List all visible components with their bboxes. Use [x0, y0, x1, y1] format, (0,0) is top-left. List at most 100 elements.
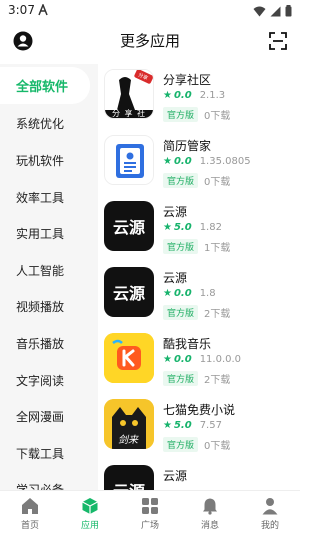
- app-version: 1.35.0805: [199, 156, 251, 167]
- category-utility[interactable]: 实用工具: [0, 215, 98, 252]
- scan-icon[interactable]: [268, 31, 288, 51]
- app-rating: 0.0: [173, 90, 192, 101]
- app-name: 云源: [163, 205, 188, 219]
- category-tweak[interactable]: 玩机软件: [0, 142, 98, 179]
- app-item-share-community[interactable]: 分 享 社 分享 分享社区 ★ 0.0 2.1.3 官方版 0下载: [104, 69, 300, 129]
- bottom-tab-bar: 首页 应用 广场 消息 我的: [0, 490, 300, 534]
- app-icon-share-community: 分 享 社 分享: [104, 69, 154, 119]
- app-meta-secondary: 官方版 2下载: [163, 305, 230, 320]
- tab-apps[interactable]: 应用: [60, 491, 120, 534]
- category-label: 文字阅读: [16, 373, 65, 388]
- app-item-qimao-novel[interactable]: 剑来 七猫免费小说 ★ 5.0 7.57 官方版 0下载: [104, 399, 300, 459]
- app-downloads: 2下载: [204, 309, 231, 320]
- app-rating: 0.0: [173, 354, 192, 365]
- icon-text: 云源: [112, 218, 145, 237]
- app-version: 1.82: [199, 222, 222, 233]
- official-badge: 官方版: [163, 173, 199, 188]
- app-rating: 0.0: [173, 156, 192, 167]
- tab-label: 首页: [20, 521, 39, 531]
- app-meta: ★ 0.0 1.35.0805: [163, 156, 251, 167]
- category-efficiency[interactable]: 效率工具: [0, 179, 98, 216]
- status-bar: 3:07: [0, 0, 300, 22]
- signal-icon: [270, 6, 281, 16]
- category-download[interactable]: 下载工具: [0, 435, 98, 472]
- official-badge: 官方版: [163, 239, 199, 254]
- category-label: 效率工具: [16, 190, 65, 205]
- app-downloads: 0下载: [204, 441, 231, 452]
- official-badge: 官方版: [163, 305, 199, 320]
- icon-text: 云源: [113, 478, 145, 490]
- app-name: 七猫免费小说: [163, 403, 236, 417]
- system-icons: [253, 5, 292, 17]
- app-rating: 0.0: [173, 288, 192, 299]
- tab-profile[interactable]: 我的: [240, 491, 300, 534]
- qimao-novel-app-icon: 剑来: [104, 399, 154, 449]
- app-name: 简历管家: [163, 139, 212, 153]
- grid-icon: [142, 498, 158, 514]
- bell-icon: [203, 498, 217, 515]
- page-title: 更多应用: [119, 32, 180, 50]
- category-system[interactable]: 系统优化: [0, 106, 98, 143]
- app-version: 7.57: [199, 420, 222, 431]
- app-rating: 5.0: [173, 420, 192, 431]
- category-label: 全网漫画: [16, 410, 65, 425]
- category-ai[interactable]: 人工智能: [0, 252, 98, 289]
- app-rating: 5.0: [173, 222, 192, 233]
- app-meta-secondary: 官方版 1下载: [163, 239, 230, 254]
- app-downloads: 0下载: [204, 111, 231, 122]
- app-list: 分 享 社 分享 分享社区 ★ 0.0 2.1.3 官方版 0下载 简历管家 ★…: [98, 64, 300, 490]
- app-item-resume-manager[interactable]: 简历管家 ★ 0.0 1.35.0805 官方版 0下载: [104, 135, 300, 195]
- app-meta-secondary: 官方版 0下载: [163, 173, 230, 188]
- tab-label: 广场: [140, 521, 159, 531]
- category-label: 系统优化: [16, 117, 65, 132]
- kuwo-music-app-icon: [104, 333, 154, 383]
- tab-square[interactable]: 广场: [120, 491, 180, 534]
- app-downloads: 2下载: [204, 375, 231, 386]
- category-study[interactable]: 学习必备: [0, 472, 98, 490]
- yunyuan-app-icon: 云源: [104, 267, 154, 317]
- category-all[interactable]: 全部软件: [0, 67, 90, 104]
- app-meta-secondary: 官方版 0下载: [163, 437, 230, 452]
- app-name: 云源: [163, 469, 188, 483]
- star-icon: ★: [163, 420, 172, 431]
- resume-app-icon: [104, 135, 154, 185]
- battery-icon: [285, 5, 292, 17]
- category-video[interactable]: 视频播放: [0, 289, 98, 326]
- icon-text: 云源: [112, 284, 145, 303]
- tab-messages[interactable]: 消息: [180, 491, 240, 534]
- tab-label: 应用: [80, 521, 99, 531]
- icon-text: 剑来: [118, 435, 138, 446]
- tab-home[interactable]: 首页: [0, 491, 60, 534]
- app-item-kuwo-music[interactable]: 酷我音乐 ★ 0.0 11.0.0.0 官方版 2下载: [104, 333, 300, 393]
- category-reading[interactable]: 文字阅读: [0, 362, 98, 399]
- app-name: 酷我音乐: [163, 337, 212, 351]
- app-item-yunyuan[interactable]: 云源 云源: [104, 465, 300, 490]
- category-comics[interactable]: 全网漫画: [0, 398, 98, 435]
- app-downloads: 0下载: [204, 177, 231, 188]
- app-name: 云源: [163, 271, 188, 285]
- category-label: 人工智能: [16, 263, 65, 278]
- category-label: 玩机软件: [16, 153, 65, 168]
- tab-label: 消息: [200, 521, 219, 531]
- star-icon: ★: [163, 288, 172, 299]
- official-badge: 官方版: [163, 437, 199, 452]
- app-version: 2.1.3: [199, 90, 226, 101]
- app-version: 11.0.0.0: [199, 354, 242, 365]
- official-badge: 官方版: [163, 107, 199, 122]
- app-item-yunyuan[interactable]: 云源 云源 ★ 0.0 1.8 官方版 2下载: [104, 267, 300, 327]
- app-item-yunyuan[interactable]: 云源 云源 ★ 5.0 1.82 官方版 1下载: [104, 201, 300, 261]
- category-music[interactable]: 音乐播放: [0, 325, 98, 362]
- yunyuan-app-icon: 云源: [104, 201, 154, 251]
- app-version: 1.8: [199, 288, 216, 299]
- person-icon: [262, 498, 278, 515]
- category-label: 实用工具: [16, 227, 65, 242]
- category-label: 全部软件: [16, 79, 69, 95]
- official-badge: 官方版: [163, 371, 199, 386]
- wifi-icon: [253, 6, 266, 16]
- home-icon: [22, 498, 38, 514]
- app-meta: ★ 5.0 1.82: [163, 222, 222, 233]
- notification-a-icon: [38, 4, 48, 16]
- app-meta: ★ 0.0 11.0.0.0: [163, 354, 241, 365]
- category-label: 音乐播放: [16, 336, 65, 351]
- apps-cube-icon: [82, 498, 98, 514]
